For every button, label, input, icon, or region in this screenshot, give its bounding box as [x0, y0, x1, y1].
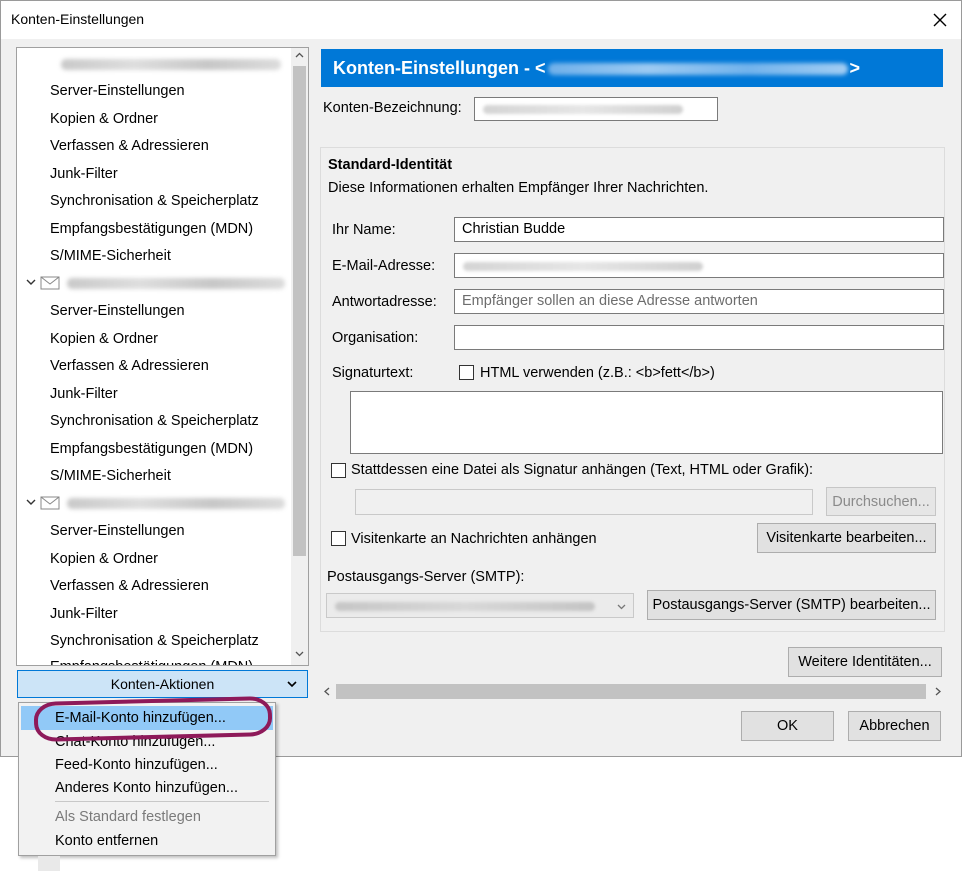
email-input[interactable] [454, 253, 944, 278]
chevron-down-icon [287, 681, 297, 688]
tree-item-compose[interactable]: Verfassen & Adressieren [50, 353, 209, 379]
window-title: Konten-Einstellungen [11, 11, 145, 27]
name-label: Ihr Name: [332, 222, 396, 238]
html-checkbox[interactable] [459, 365, 474, 380]
horizontal-scrollbar[interactable] [318, 681, 948, 702]
header-email-redacted [547, 63, 848, 76]
vcard-checkbox[interactable] [331, 531, 346, 546]
account-2-row[interactable] [17, 270, 292, 296]
tree-item-server-settings[interactable]: Server-Einstellungen [50, 298, 185, 324]
edit-vcard-button[interactable]: Visitenkarte bearbeiten... [757, 523, 936, 553]
scroll-left-icon[interactable] [322, 686, 332, 697]
chevron-down-icon[interactable] [24, 275, 38, 289]
account-2-name-redacted [67, 278, 285, 289]
more-identities-button[interactable]: Weitere Identitäten... [788, 647, 942, 677]
menu-item-set-default: Als Standard festlegen [55, 809, 201, 825]
account-1-name-redacted [61, 59, 281, 70]
tree-item-junk[interactable]: Junk-Filter [50, 381, 118, 407]
close-icon [933, 13, 947, 27]
mail-icon [40, 276, 60, 290]
tree-item-compose[interactable]: Verfassen & Adressieren [50, 573, 209, 599]
title-bar: Konten-Einstellungen [1, 1, 961, 39]
chevron-down-icon[interactable] [24, 495, 38, 509]
html-checkbox-label[interactable]: HTML verwenden (z.B.: <b>fett</b>) [480, 365, 715, 381]
tree-scrollbar[interactable] [291, 48, 308, 665]
ok-button[interactable]: OK [741, 711, 834, 741]
account-name-redacted [483, 105, 683, 114]
tree-item-sync[interactable]: Synchronisation & Speicherplatz [50, 188, 259, 214]
tree-item-copies-folders[interactable]: Kopien & Ordner [50, 546, 158, 572]
highlight-annotation-circle [33, 695, 273, 743]
edit-smtp-button[interactable]: Postausgangs-Server (SMTP) bearbeiten... [647, 590, 936, 620]
account-actions-label: Konten-Aktionen [110, 676, 215, 692]
signature-file-input [355, 489, 813, 515]
email-redacted [463, 262, 703, 271]
tree-item-junk[interactable]: Junk-Filter [50, 161, 118, 187]
cancel-button[interactable]: Abbrechen [848, 711, 941, 741]
tree-item-junk[interactable]: Junk-Filter [50, 601, 118, 627]
menu-item-add-feed-account[interactable]: Feed-Konto hinzufügen... [55, 754, 218, 776]
header-suffix: > [849, 58, 861, 78]
account-1-row[interactable] [17, 51, 292, 77]
smtp-select[interactable] [326, 593, 634, 618]
account-3-row[interactable] [17, 490, 292, 516]
tree-scroll-thumb[interactable] [293, 66, 306, 556]
tree-item-smime[interactable]: S/MIME-Sicherheit [50, 243, 171, 269]
tree-item-copies-folders[interactable]: Kopien & Ordner [50, 106, 158, 132]
tree-item-mdn[interactable]: Empfangsbestätigungen (MDN) [50, 216, 253, 242]
reply-input[interactable]: Empfänger sollen an diese Adresse antwor… [454, 289, 944, 314]
account-tree: Server-Einstellungen Kopien & Ordner Ver… [16, 47, 309, 666]
account-3-name-redacted [67, 498, 285, 509]
header-prefix: Konten-Einstellungen - < [333, 58, 546, 78]
background-window-edge [38, 856, 60, 871]
reply-label: Antwortadresse: [332, 294, 437, 310]
signature-file-label[interactable]: Stattdessen eine Datei als Signatur anhä… [351, 462, 813, 478]
tree-item-copies-folders[interactable]: Kopien & Ordner [50, 326, 158, 352]
tree-item-mdn[interactable]: Empfangsbestätigungen (MDN) [50, 654, 253, 665]
org-label: Organisation: [332, 330, 419, 346]
tree-item-server-settings[interactable]: Server-Einstellungen [50, 78, 185, 104]
tree-item-server-settings[interactable]: Server-Einstellungen [50, 518, 185, 544]
menu-item-remove-account[interactable]: Konto entfernen [55, 830, 158, 852]
tree-item-smime[interactable]: S/MIME-Sicherheit [50, 463, 171, 489]
settings-header: Konten-Einstellungen - < > [321, 49, 943, 87]
scroll-right-icon[interactable] [933, 686, 943, 697]
browse-button[interactable]: Durchsuchen... [826, 487, 936, 516]
menu-separator [55, 801, 269, 802]
smtp-label: Postausgangs-Server (SMTP): [327, 569, 525, 585]
account-actions-button[interactable]: Konten-Aktionen [17, 670, 308, 698]
signature-label: Signaturtext: [332, 365, 414, 381]
tree-item-mdn[interactable]: Empfangsbestätigungen (MDN) [50, 436, 253, 462]
identity-description: Diese Informationen erhalten Empfänger I… [328, 180, 709, 196]
tree-item-sync[interactable]: Synchronisation & Speicherplatz [50, 408, 259, 434]
signature-textarea[interactable] [350, 391, 943, 454]
vcard-label[interactable]: Visitenkarte an Nachrichten anhängen [351, 531, 597, 547]
tree-item-compose[interactable]: Verfassen & Adressieren [50, 133, 209, 159]
account-name-label: Konten-Bezeichnung: [323, 100, 462, 116]
tree-item-sync[interactable]: Synchronisation & Speicherplatz [50, 628, 259, 654]
email-label: E-Mail-Adresse: [332, 258, 436, 274]
chevron-down-icon [617, 604, 626, 610]
mail-icon [40, 496, 60, 510]
org-input[interactable] [454, 325, 944, 350]
scroll-up-icon[interactable] [294, 50, 305, 61]
account-name-input[interactable] [474, 97, 718, 121]
smtp-value-redacted [335, 602, 595, 611]
horizontal-scroll-thumb[interactable] [336, 684, 926, 699]
close-button[interactable] [923, 5, 957, 35]
scroll-down-icon[interactable] [294, 648, 305, 659]
signature-file-checkbox[interactable] [331, 463, 346, 478]
menu-item-add-other-account[interactable]: Anderes Konto hinzufügen... [55, 777, 238, 799]
name-input[interactable]: Christian Budde [454, 217, 944, 242]
identity-title: Standard-Identität [328, 157, 453, 173]
